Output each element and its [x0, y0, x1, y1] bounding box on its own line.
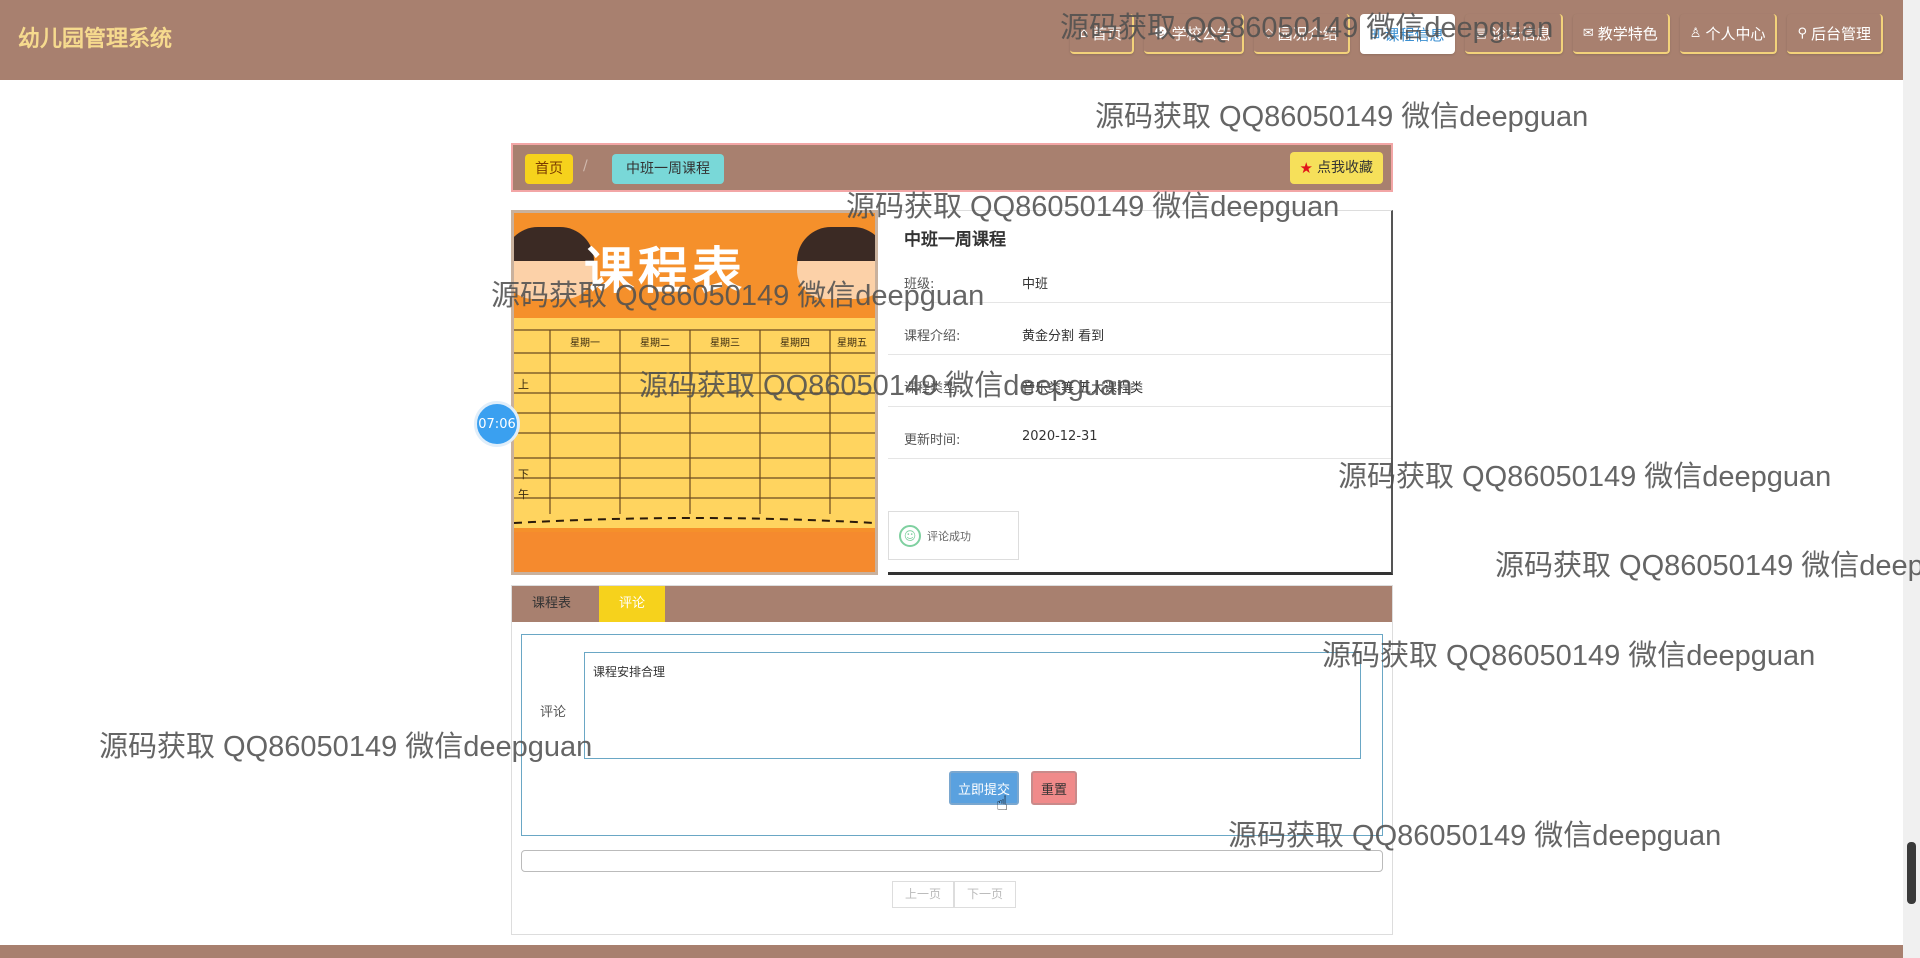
nav-personal-center-label: 个人中心 — [1705, 24, 1766, 43]
course-image: 课程表 星期一 星期二 星期三 星期四 星期五 上 下 午 — [511, 210, 878, 575]
smile-icon: ☻ — [1154, 25, 1168, 41]
favorite-button[interactable]: ★ 点我收藏 — [1289, 152, 1383, 184]
breadcrumb-current[interactable]: 中班一周课程 — [612, 154, 724, 184]
detail-label: 课程类型: — [904, 381, 961, 396]
morning-label: 上 — [518, 378, 529, 391]
hair — [797, 227, 875, 261]
grid-icon: ⊞ — [1369, 26, 1381, 42]
weekday-4: 星期四 — [780, 337, 810, 349]
forum-icon: ▤ — [1474, 25, 1487, 41]
nav-home[interactable]: ⌂ 首页 — [1069, 14, 1135, 54]
weekday-3: 星期三 — [710, 337, 740, 349]
nav-school-intro-label: 园况介绍 — [1277, 24, 1338, 43]
submit-button[interactable]: 立即提交 — [949, 771, 1019, 805]
child-face-right — [797, 227, 875, 299]
nav-teaching-features-label: 教学特色 — [1597, 24, 1658, 43]
detail-label: 班级: — [904, 277, 935, 292]
detail-value: 黄金分割 看到 — [1022, 329, 1105, 344]
detail-value: 中班 — [1022, 277, 1049, 292]
afternoon-label-1: 下 — [518, 468, 529, 481]
detail-label: 更新时间: — [904, 433, 961, 448]
tag-icon: ◇ — [1263, 25, 1274, 41]
detail-row-type: 课程类型: 音乐类等 五大课程类 — [888, 355, 1391, 407]
toast-message: 评论成功 — [927, 529, 971, 543]
success-toast: ☺ 评论成功 — [888, 511, 1019, 560]
favorite-label: 点我收藏 — [1317, 160, 1373, 176]
star-icon: ★ — [1299, 159, 1313, 177]
watermark: 源码获取 QQ86050149 微信deepguan — [1495, 550, 1920, 582]
prev-page-button[interactable]: 上一页 — [892, 881, 955, 908]
nav-announcements-label: 学校公告 — [1171, 24, 1232, 43]
breadcrumb-home[interactable]: 首页 — [525, 154, 573, 184]
home-icon: ⌂ — [1079, 25, 1089, 41]
nav-school-intro[interactable]: ◇ 园况介绍 — [1253, 14, 1350, 54]
nav-course-info-label: 课程信息 — [1384, 25, 1445, 44]
scrollbar-thumb[interactable] — [1907, 842, 1916, 904]
user-icon: ♙ — [1689, 25, 1702, 41]
tab-schedule[interactable]: 课程表 — [512, 586, 591, 622]
comment-form: 评论 课程安排合理 立即提交 重置 ☝ — [521, 634, 1383, 836]
reset-button[interactable]: 重置 — [1031, 771, 1077, 805]
hair — [514, 227, 594, 261]
main-nav: ⌂ 首页 ☻ 学校公告 ◇ 园况介绍 ⊞ 课程信息 ▤ 论坛信息 ✉ 教学特色 ♙ 个人中心 … — [1069, 14, 1883, 54]
detail-value: 音乐类等 五大课程类 — [1022, 381, 1144, 396]
link-icon: ⚲ — [1797, 25, 1807, 41]
nav-home-label: 首页 — [1092, 24, 1123, 43]
watermark: 源码获取 QQ86050149 微信deepguan — [1322, 640, 1816, 672]
comment-list — [521, 850, 1383, 872]
watermark: 源码获取 QQ86050149 微信deepguan — [1095, 101, 1589, 133]
image-title: 课程表 — [584, 242, 746, 300]
watermark: 源码获取 QQ86050149 微信deepguan — [1338, 461, 1832, 493]
detail-row-updated: 更新时间: 2020-12-31 — [888, 407, 1391, 459]
detail-row-intro: 课程介绍: 黄金分割 看到 — [888, 303, 1391, 355]
top-header: 幼儿园管理系统 ⌂ 首页 ☻ 学校公告 ◇ 园况介绍 ⊞ 课程信息 ▤ 论坛信息 ✉ 教学特… — [0, 0, 1903, 80]
site-logo[interactable]: 幼儿园管理系统 — [18, 21, 172, 53]
tab-comments[interactable]: 评论 — [599, 586, 666, 622]
schedule-grid: 星期一 星期二 星期三 星期四 星期五 上 下 午 — [514, 329, 875, 524]
smile-icon: ☺ — [899, 524, 921, 547]
page: 幼儿园管理系统 ⌂ 首页 ☻ 学校公告 ◇ 园况介绍 ⊞ 课程信息 ▤ 论坛信息 ✉ 教学特… — [0, 0, 1920, 958]
next-page-button[interactable]: 下一页 — [954, 881, 1017, 908]
weekday-2: 星期二 — [640, 337, 670, 349]
nav-announcements[interactable]: ☻ 学校公告 — [1144, 14, 1244, 54]
timer-badge[interactable]: 07:06 — [474, 401, 520, 447]
afternoon-label-2: 午 — [518, 488, 529, 501]
breadcrumb: 首页 / 中班一周课程 ★ 点我收藏 — [511, 143, 1393, 192]
detail-row-class: 班级: 中班 — [888, 251, 1391, 303]
nav-teaching-features[interactable]: ✉ 教学特色 — [1572, 14, 1670, 54]
course-detail-card: 中班一周课程 班级: 中班 课程介绍: 黄金分割 看到 课程类型: 音乐类等 五… — [888, 210, 1393, 575]
comment-label: 评论 — [540, 705, 567, 720]
detail-label: 课程介绍: — [904, 329, 961, 344]
footer-strip — [0, 945, 1903, 958]
tabs-section: 课程表 评论 评论 课程安排合理 立即提交 重置 ☝ 上一页 下一页 — [511, 585, 1393, 935]
detail-value: 2020-12-31 — [1022, 429, 1098, 444]
tab-bar: 课程表 评论 — [512, 586, 1392, 622]
schedule-table: 星期一 星期二 星期三 星期四 星期五 上 下 午 — [514, 318, 875, 528]
vertical-scrollbar[interactable] — [1903, 0, 1920, 958]
nav-personal-center[interactable]: ♙ 个人中心 — [1679, 14, 1778, 54]
child-face-left — [514, 227, 594, 299]
breadcrumb-separator: / — [583, 158, 588, 174]
nav-admin-label: 后台管理 — [1810, 24, 1871, 43]
image-footer — [514, 532, 875, 572]
nav-admin[interactable]: ⚲ 后台管理 — [1787, 14, 1883, 54]
weekday-5: 星期五 — [837, 337, 867, 349]
nav-course-info[interactable]: ⊞ 课程信息 — [1359, 14, 1455, 54]
comment-textarea[interactable]: 课程安排合理 — [584, 652, 1361, 759]
nav-forum-label: 论坛信息 — [1490, 24, 1551, 43]
course-title: 中班一周课程 — [904, 230, 1006, 250]
hand-cursor-icon: ☝ — [996, 791, 1009, 815]
weekday-1: 星期一 — [570, 337, 600, 349]
nav-forum[interactable]: ▤ 论坛信息 — [1464, 14, 1563, 54]
mail-icon: ✉ — [1582, 25, 1594, 41]
pagination: 上一页 下一页 — [892, 881, 1017, 908]
